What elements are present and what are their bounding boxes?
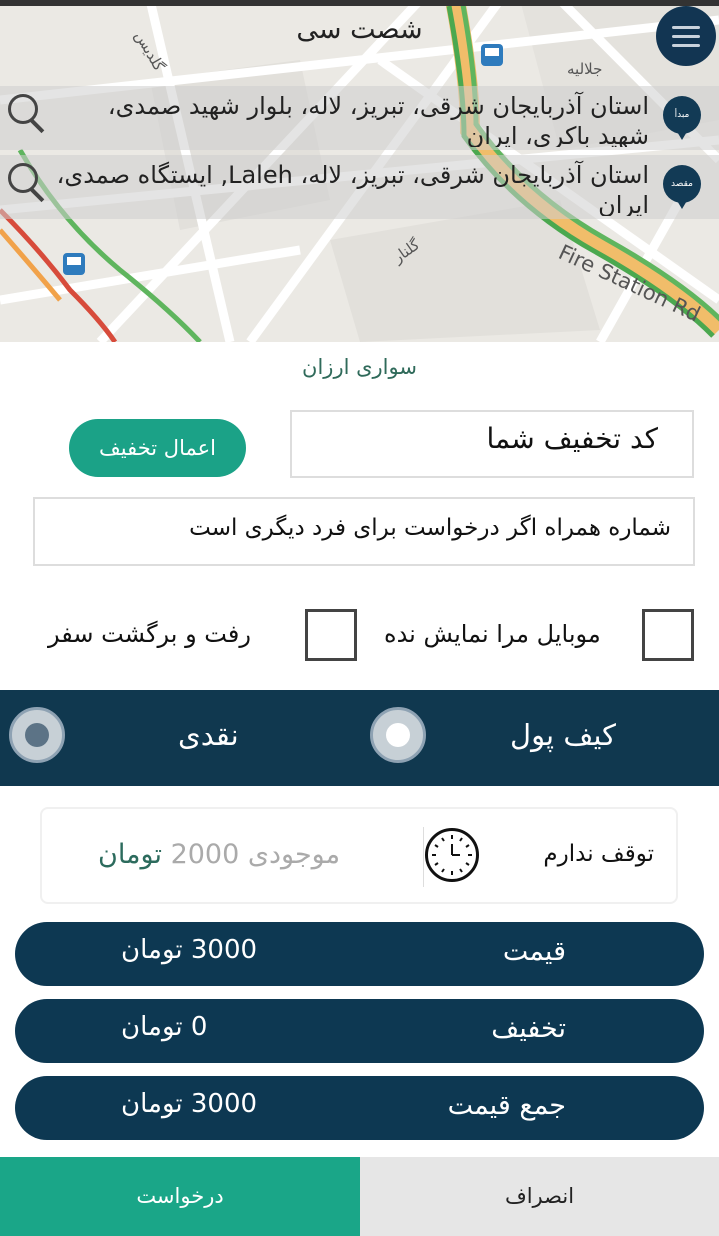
price-label: قیمت — [502, 936, 566, 967]
trip-info-card: توقف ندارم موجودی 2000 تومان — [40, 807, 678, 904]
hamburger-icon-bar — [672, 35, 700, 38]
total-label: جمع قیمت — [447, 1090, 566, 1121]
map-view[interactable]: جلالیه گلدیس گلنار Fire Station Rd شصت س… — [0, 0, 719, 342]
hamburger-icon — [672, 26, 700, 29]
page-title: شصت سی — [296, 14, 423, 45]
balance-label: موجودی — [247, 839, 341, 870]
discount-row: تخفیف 0 تومان — [15, 999, 704, 1063]
phone-number-input[interactable]: شماره همراه اگر درخواست برای فرد دیگری ا… — [33, 497, 695, 566]
cash-label: نقدی — [178, 718, 239, 752]
destination-row[interactable]: مقصد استان آذربایجان شرقی، تبریز، لاله، … — [0, 155, 719, 219]
search-icon[interactable] — [8, 163, 38, 193]
clock-icon[interactable] — [425, 828, 479, 882]
destination-marker-icon: مقصد — [663, 165, 701, 209]
no-stop-label[interactable]: توقف ندارم — [543, 841, 654, 867]
origin-address: استان آذربایجان شرقی، تبریز، لاله، بلوار… — [107, 92, 649, 147]
status-bar — [0, 0, 719, 6]
cash-radio[interactable] — [9, 707, 65, 763]
card-divider — [423, 827, 424, 887]
service-name: سواری ارزان — [302, 355, 417, 379]
balance-currency: تومان — [98, 839, 162, 870]
search-icon[interactable] — [8, 94, 38, 124]
menu-button[interactable] — [656, 6, 716, 66]
wallet-balance: موجودی 2000 تومان — [98, 839, 340, 870]
request-button[interactable]: درخواست — [0, 1157, 360, 1236]
price-row: قیمت 3000 تومان — [15, 922, 704, 986]
payment-method-bar: کیف پول نقدی — [0, 690, 719, 786]
origin-marker-icon: مبدأ — [663, 96, 701, 140]
hamburger-icon-bar — [672, 44, 700, 47]
apply-discount-button[interactable]: اعمال تخفیف — [69, 419, 246, 477]
radio-selected-dot — [386, 723, 410, 747]
hide-mobile-label: موبایل مرا نمایش نده — [384, 620, 601, 648]
round-trip-label: رفت و برگشت سفر — [48, 620, 251, 648]
total-value: 3000 تومان — [121, 1089, 258, 1119]
round-trip-checkbox[interactable] — [305, 609, 357, 661]
discount-code-input[interactable]: کد تخفیف شما — [290, 410, 694, 478]
radio-unselected-dot — [25, 723, 49, 747]
discount-value: 0 تومان — [121, 1012, 208, 1042]
map-label-jalalieh: جلالیه — [567, 60, 603, 78]
destination-address: استان آذربایجان شرقی، تبریز، لاله، Laleh… — [56, 161, 649, 216]
cancel-button[interactable]: انصراف — [360, 1157, 719, 1236]
discount-label: تخفیف — [491, 1013, 566, 1044]
hide-mobile-checkbox[interactable] — [642, 609, 694, 661]
wallet-radio[interactable] — [370, 707, 426, 763]
price-value: 3000 تومان — [121, 935, 258, 965]
balance-value: 2000 — [170, 839, 240, 870]
wallet-label: کیف پول — [510, 718, 616, 752]
origin-row[interactable]: مبدأ استان آذربایجان شرقی، تبریز، لاله، … — [0, 86, 719, 150]
total-row: جمع قیمت 3000 تومان — [15, 1076, 704, 1140]
